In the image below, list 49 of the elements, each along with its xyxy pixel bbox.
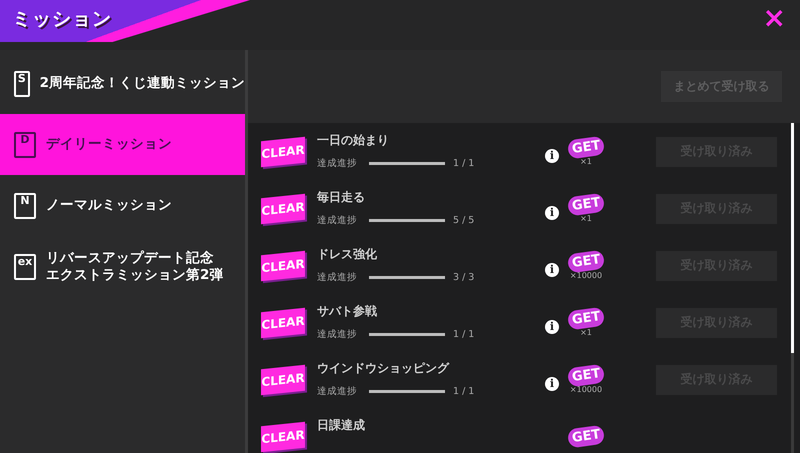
progress-count: 3 / 3: [453, 272, 474, 283]
mission-title: 一日の始まり: [317, 132, 390, 149]
progress-label: 達成進捗: [317, 328, 358, 341]
document-icon: D: [14, 132, 36, 158]
reward-get-badge: GET: [566, 363, 606, 387]
progress-count: 1 / 1: [453, 386, 474, 397]
clear-badge: CLEAR: [261, 307, 305, 338]
reward-quantity: ×1: [580, 156, 592, 166]
reward-get-badge: GET: [566, 424, 606, 448]
clear-badge: CLEAR: [261, 136, 305, 167]
mission-title: サバト参戦: [317, 303, 378, 320]
clear-badge: CLEAR: [261, 364, 305, 395]
info-icon[interactable]: i: [545, 148, 559, 162]
progress-count: 5 / 5: [453, 215, 474, 226]
sidebar-item[interactable]: ex リバースアップデート記念 エクストラミッション第2弾: [0, 236, 245, 297]
reward-quantity: ×10000: [570, 270, 602, 280]
progress-label: 達成進捗: [317, 385, 358, 398]
clear-badge: CLEAR: [261, 250, 305, 281]
progress-label: 達成進捗: [317, 214, 358, 227]
document-icon: ex: [14, 254, 36, 280]
close-button[interactable]: ×: [758, 4, 790, 32]
scrollbar[interactable]: [791, 123, 794, 453]
sidebar-item[interactable]: N ノーマルミッション: [0, 175, 245, 236]
progress-count: 1 / 1: [453, 158, 474, 169]
sidebar-item[interactable]: D デイリーミッション: [0, 114, 245, 175]
info-icon[interactable]: i: [545, 262, 559, 276]
window-title: ミッション: [12, 7, 112, 32]
clear-badge: CLEAR: [261, 193, 305, 224]
progress-label: 達成進捗: [317, 157, 358, 170]
mission-title: ドレス強化: [317, 246, 378, 263]
mission-title: 毎日走る: [317, 189, 366, 206]
sidebar-item[interactable]: S 2周年記念！くじ連動ミッション: [0, 53, 245, 114]
clear-badge: CLEAR: [261, 421, 305, 452]
info-icon[interactable]: i: [545, 376, 559, 390]
document-icon: S: [14, 70, 30, 96]
info-icon[interactable]: i: [545, 206, 559, 220]
reward-quantity: ×1: [580, 328, 592, 336]
reward-get-badge: GET: [566, 135, 606, 159]
progress-label: 達成進捗: [317, 271, 358, 284]
info-icon[interactable]: i: [545, 320, 559, 334]
reward-get-badge: GET: [566, 249, 606, 273]
mission-title: 日課達成: [317, 417, 366, 434]
document-icon: N: [14, 192, 36, 218]
reward-quantity: ×10000: [570, 384, 602, 394]
reward-get-badge: GET: [566, 192, 606, 216]
mission-title: ウインドウショッピング: [317, 360, 450, 377]
reward-quantity: ×1: [580, 214, 592, 222]
progress-count: 1 / 1: [453, 329, 474, 340]
reward-get-badge: GET: [566, 306, 606, 330]
